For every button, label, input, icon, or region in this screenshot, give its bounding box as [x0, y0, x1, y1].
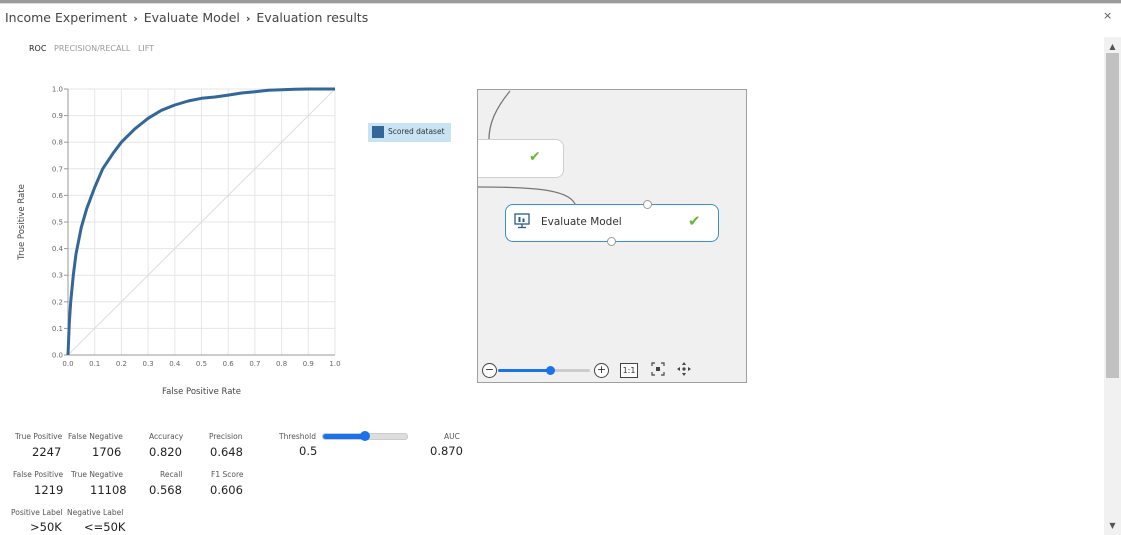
scroll-up-arrow-icon[interactable]: ▲: [1104, 40, 1121, 54]
zoom-slider[interactable]: [498, 366, 590, 375]
y-tick-label: 0.4: [52, 245, 64, 253]
threshold-label: Threshold: [279, 432, 316, 441]
y-tick-label: 0.5: [52, 219, 63, 227]
positive-label-label: Positive Label: [11, 508, 63, 517]
scroll-down-arrow-icon[interactable]: ▼: [1104, 519, 1121, 533]
true-negative-value: 11108: [90, 483, 127, 497]
check-icon: ✔: [529, 149, 541, 165]
accuracy-value: 0.820: [149, 445, 182, 459]
legend-label: Scored dataset: [388, 127, 445, 136]
x-tick-label: 1.0: [329, 360, 340, 368]
negative-label-label: Negative Label: [67, 508, 124, 517]
actual-size-button[interactable]: 1:1: [620, 363, 638, 378]
legend-swatch: [372, 126, 384, 138]
x-tick-label: 0.7: [249, 360, 260, 368]
upstream-module[interactable]: ✔: [478, 139, 564, 178]
input-port[interactable]: [643, 200, 652, 209]
precision-label: Precision: [209, 432, 243, 441]
zoom-out-button[interactable]: −: [482, 363, 497, 378]
x-tick-label: 0.5: [196, 360, 207, 368]
precision-value: 0.648: [210, 445, 243, 459]
check-icon: ✔: [688, 212, 701, 230]
false-negative-label: False Negative: [68, 432, 123, 441]
false-negative-value: 1706: [92, 445, 122, 459]
true-positive-label: True Positive: [15, 432, 63, 441]
x-tick-label: 0.2: [116, 360, 127, 368]
recall-value: 0.568: [149, 483, 182, 497]
positive-label-value: >50K: [30, 520, 62, 534]
recall-label: Recall: [160, 470, 183, 479]
vertical-scrollbar[interactable]: ▲ ▼: [1104, 37, 1121, 535]
threshold-slider[interactable]: [322, 431, 408, 441]
negative-label-value: <=50K: [84, 520, 126, 534]
threshold-value: 0.5: [299, 444, 318, 458]
auc-value: 0.870: [430, 444, 463, 458]
pan-icon[interactable]: [676, 362, 692, 378]
zoom-in-button[interactable]: +: [594, 363, 609, 378]
x-tick-label: 0.8: [276, 360, 287, 368]
y-tick-label: 0.6: [52, 192, 64, 200]
y-tick-label: 0.2: [52, 298, 63, 306]
x-axis-title: False Positive Rate: [162, 387, 241, 397]
x-tick-label: 0.3: [143, 360, 154, 368]
output-port[interactable]: [607, 237, 616, 246]
f1-score-label: F1 Score: [211, 470, 244, 479]
module-label: Evaluate Model: [541, 216, 622, 228]
x-tick-label: 0.9: [303, 360, 314, 368]
roc-chart: 0.0 0.1 0.2 0.3 0.4 0.5 0.6 0.7 0.8 0.9 1.0 0.0 0.1 0…: [17, 86, 341, 398]
accuracy-label: Accuracy: [149, 432, 184, 441]
auc-label: AUC: [444, 432, 460, 441]
true-negative-label: True Negative: [71, 470, 123, 479]
y-tick-label: 0.9: [52, 112, 63, 120]
scrollbar-thumb[interactable]: [1106, 53, 1119, 378]
f1-score-value: 0.606: [210, 483, 243, 497]
y-tick-label: 0.8: [52, 139, 63, 147]
false-positive-value: 1219: [34, 483, 64, 497]
evaluate-model-icon: [514, 213, 530, 229]
threshold-slider-thumb[interactable]: [360, 431, 370, 441]
connector-line: [488, 90, 511, 144]
y-tick-label: 0.1: [52, 325, 63, 333]
y-tick-label: 0.3: [52, 272, 63, 280]
x-tick-label: 0.4: [169, 360, 181, 368]
legend-item-scored-dataset[interactable]: Scored dataset: [368, 123, 451, 142]
threshold-slider-fill: [323, 434, 365, 439]
y-tick-label: 1.0: [52, 86, 63, 94]
x-tick-label: 0.0: [62, 360, 73, 368]
y-axis-title: True Positive Rate: [17, 184, 27, 261]
y-tick-label: 0.7: [52, 165, 63, 173]
false-positive-label: False Positive: [13, 470, 64, 479]
experiment-canvas[interactable]: ✔ Evaluate Model ✔ − + 1:1: [477, 89, 747, 383]
x-tick-label: 0.1: [89, 360, 100, 368]
fit-to-screen-icon[interactable]: [650, 362, 666, 378]
close-icon[interactable]: ×: [1103, 9, 1112, 22]
y-tick-label: 0.0: [52, 352, 63, 360]
true-positive-value: 2247: [32, 445, 62, 459]
zoom-slider-fill: [498, 369, 551, 372]
x-tick-label: 0.6: [223, 360, 235, 368]
